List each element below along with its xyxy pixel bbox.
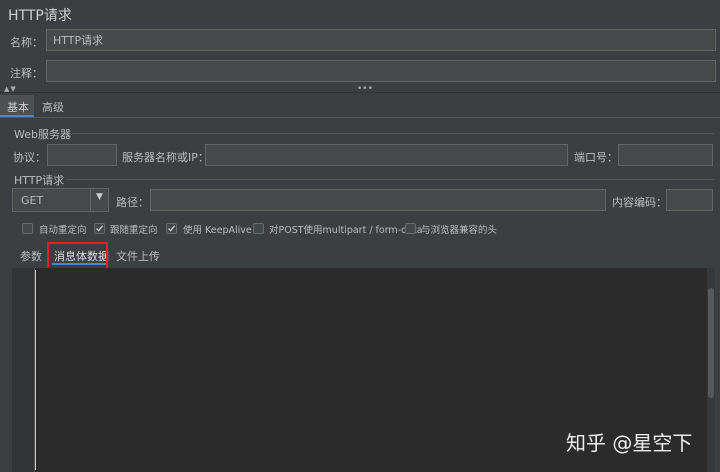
checkmark-icon <box>96 225 104 232</box>
comment-label: 注释： <box>10 67 43 80</box>
auto-redirect-checkbox[interactable] <box>22 223 33 234</box>
tab-file-upload-label: 文件上传 <box>116 250 160 263</box>
name-field[interactable]: HTTP请求 <box>46 29 716 51</box>
keepalive-checkbox[interactable] <box>166 223 177 234</box>
tab-advanced[interactable]: 高级 <box>36 95 70 117</box>
follow-redirect-checkbox[interactable] <box>94 223 105 234</box>
auto-redirect-label: 自动重定向 <box>39 225 87 236</box>
option-multipart[interactable]: 对POST使用multipart / form-data <box>253 222 423 236</box>
name-label: 名称： <box>10 36 43 49</box>
tab-parameters-label: 参数 <box>20 250 42 263</box>
server-field[interactable] <box>205 144 568 166</box>
http-request-section-title: HTTP请求 <box>14 174 65 187</box>
checkmark-icon <box>168 225 176 232</box>
method-select[interactable]: GET ▼ <box>12 188 109 212</box>
option-browser-headers[interactable]: 与浏览器兼容的头 <box>405 222 505 236</box>
tab-parameters[interactable]: 参数 <box>15 244 47 266</box>
method-select-value: GET <box>21 194 44 207</box>
http-request-group-line <box>66 179 714 180</box>
option-keepalive[interactable]: 使用 KeepAlive <box>166 222 256 236</box>
chevron-down-icon[interactable]: ▼ <box>96 192 103 202</box>
port-field[interactable] <box>618 144 713 166</box>
encoding-label: 内容编码： <box>612 196 667 209</box>
path-field[interactable] <box>150 189 606 211</box>
tab-divider <box>0 117 720 118</box>
comment-field[interactable] <box>46 60 716 82</box>
browser-headers-checkbox[interactable] <box>405 223 416 234</box>
tab-file-upload[interactable]: 文件上传 <box>111 244 163 266</box>
protocol-label: 协议： <box>13 151 46 164</box>
window-title: HTTP请求 <box>8 8 72 24</box>
multipart-checkbox[interactable] <box>253 223 264 234</box>
web-server-section-title: Web服务器 <box>14 128 71 141</box>
editor-scrollbar[interactable] <box>707 268 715 472</box>
multipart-label: 对POST使用multipart / form-data <box>269 225 423 236</box>
keepalive-label: 使用 KeepAlive <box>183 225 252 236</box>
splitter-line <box>0 92 720 93</box>
follow-redirect-label: 跟随重定向 <box>110 225 158 236</box>
editor-gutter <box>12 268 34 472</box>
tab-basic-label: 基本 <box>7 101 29 114</box>
method-select-divider <box>90 189 91 211</box>
browser-headers-label: 与浏览器兼容的头 <box>421 225 498 236</box>
tab-highlight-box <box>47 242 108 270</box>
web-server-group-line <box>72 133 714 134</box>
server-label: 服务器名称或IP： <box>122 151 209 164</box>
protocol-field[interactable] <box>47 144 117 166</box>
watermark: 知乎 @星空下 <box>566 431 693 455</box>
editor-scrollbar-thumb[interactable] <box>708 288 714 398</box>
port-label: 端口号： <box>574 151 618 164</box>
editor-caret <box>35 270 36 470</box>
path-label: 路径： <box>116 196 149 209</box>
encoding-field[interactable] <box>666 189 713 211</box>
tab-basic[interactable]: 基本 <box>0 95 34 117</box>
tab-advanced-label: 高级 <box>42 101 64 114</box>
